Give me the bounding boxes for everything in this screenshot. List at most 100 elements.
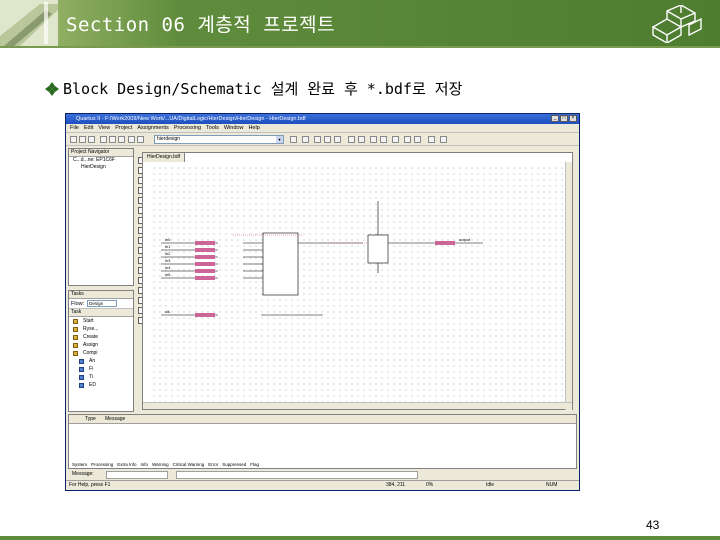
timing-icon[interactable]	[380, 136, 387, 143]
type-column-header: Type	[85, 416, 96, 422]
status-state: Idle	[486, 482, 495, 488]
save-icon[interactable]	[88, 136, 95, 143]
tab-extra-info[interactable]: Extra Info	[117, 461, 136, 469]
open-file-icon[interactable]	[79, 136, 86, 143]
folder-icon	[73, 335, 78, 340]
schematic-input-label: in3	[165, 258, 171, 263]
chevron-down-icon[interactable]: ▼	[276, 136, 283, 143]
minimize-button[interactable]: _	[551, 115, 559, 122]
task-item[interactable]: Start	[69, 317, 133, 325]
menu-bar: File Edit View Project Assignments Proce…	[66, 124, 579, 132]
menu-help[interactable]: Help	[248, 125, 259, 131]
settings-icon[interactable]	[290, 136, 297, 143]
tab-processing[interactable]: Processing	[91, 461, 113, 469]
tab-error[interactable]: Error	[208, 461, 218, 469]
report-icon[interactable]	[392, 136, 399, 143]
redo-icon[interactable]	[137, 136, 144, 143]
footer-bar	[0, 536, 720, 540]
message-filter-row: Message:	[68, 470, 577, 479]
flow-select[interactable]: Design	[87, 300, 118, 307]
copy-icon[interactable]	[109, 136, 116, 143]
schematic-output-label: output	[459, 237, 471, 242]
tree-item-device[interactable]: C...d...ne: EP1C6F	[69, 157, 133, 164]
tree-item-hierdesign[interactable]: HierDesign	[69, 164, 133, 171]
message-field[interactable]	[106, 471, 168, 479]
menu-window[interactable]: Window	[224, 125, 244, 131]
play-icon	[79, 367, 84, 372]
status-bar: For Help, press F1 384, 211 0% Idle NUM	[66, 480, 579, 490]
location-field[interactable]	[176, 471, 418, 479]
task-item[interactable]: Compi	[69, 349, 133, 357]
menu-processing[interactable]: Processing	[174, 125, 201, 131]
play-icon	[79, 383, 84, 388]
task-list-header: Task	[69, 309, 133, 317]
slide-header: Section 06 계층적 프로젝트	[0, 0, 720, 46]
tasks-panel: Tasks Flow: Design Task Start Ryse... Cr…	[68, 290, 134, 412]
flow-label: Flow:	[71, 300, 85, 307]
compile-icon[interactable]	[358, 136, 365, 143]
analysis-icon[interactable]	[334, 136, 341, 143]
task-item[interactable]: ED	[69, 381, 133, 389]
pin-planner-icon[interactable]	[314, 136, 321, 143]
building-blocks-logo	[651, 5, 702, 43]
schematic-input-label: in4	[165, 265, 171, 270]
schematic-input-label: in1	[165, 244, 171, 249]
tab-critical-warning[interactable]: Critical Warning	[173, 461, 205, 469]
bullet-text: Block Design/Schematic 설계 완료 후 *.bdf로 저장	[63, 80, 463, 98]
page-number: 43	[646, 518, 660, 532]
tab-system[interactable]: System	[72, 461, 87, 469]
status-coordinates: 384, 211	[386, 482, 406, 488]
close-button[interactable]: ×	[569, 115, 577, 122]
schematic-document[interactable]: HierDesign.bdf in0 in1 in2 in3 in4 in5 c…	[142, 152, 573, 410]
message-label: Message:	[72, 471, 94, 477]
menu-project[interactable]: Project	[115, 125, 132, 131]
tab-flag[interactable]: Flag	[250, 461, 259, 469]
task-item[interactable]: Assign	[69, 341, 133, 349]
menu-assignments[interactable]: Assignments	[137, 125, 169, 131]
window-title: Quartus II - F:/Work2009/New Work/...UA/…	[76, 116, 306, 122]
maximize-button[interactable]: □	[560, 115, 568, 122]
horizontal-scrollbar[interactable]	[143, 402, 572, 409]
window-titlebar: Quartus II - F:/Work2009/New Work/...UA/…	[66, 114, 579, 124]
header-divider	[0, 46, 720, 48]
undo-icon[interactable]	[128, 136, 135, 143]
paste-icon[interactable]	[118, 136, 125, 143]
menu-file[interactable]: File	[70, 125, 79, 131]
message-column-header: Message	[105, 416, 126, 422]
task-item[interactable]: Create	[69, 333, 133, 341]
schematic-clk-label: clk	[165, 309, 170, 314]
menu-edit[interactable]: Edit	[84, 125, 93, 131]
stop-icon[interactable]	[348, 136, 355, 143]
cut-icon[interactable]	[100, 136, 107, 143]
project-navigator: Project Navigator C...d...ne: EP1C6F Hie…	[68, 148, 134, 286]
chip-planner-icon[interactable]	[428, 136, 435, 143]
rtl-viewer-icon[interactable]	[404, 136, 411, 143]
tab-suppressed[interactable]: Suppressed	[222, 461, 246, 469]
programmer-icon[interactable]	[414, 136, 421, 143]
assignment-editor-icon[interactable]	[324, 136, 331, 143]
new-file-icon[interactable]	[70, 136, 77, 143]
schematic-input-label: in2	[165, 251, 171, 256]
menu-view[interactable]: View	[98, 125, 110, 131]
play-icon	[79, 359, 84, 364]
task-item[interactable]: Fi	[69, 365, 133, 373]
chip-icon[interactable]	[302, 136, 309, 143]
menu-tools[interactable]: Tools	[206, 125, 219, 131]
schematic-input-label: in0	[165, 237, 171, 242]
folder-icon	[73, 351, 78, 356]
analysis-synthesis-icon[interactable]	[370, 136, 377, 143]
folder-icon	[73, 343, 78, 348]
project-combo-value: hierdesign	[157, 136, 181, 142]
vertical-scrollbar[interactable]	[565, 162, 572, 410]
play-icon	[79, 375, 84, 380]
folder-icon	[73, 319, 78, 324]
tab-warning[interactable]: Warning	[152, 461, 169, 469]
help-icon[interactable]	[440, 136, 447, 143]
task-item[interactable]: Ti	[69, 373, 133, 381]
task-item[interactable]: Ryse...	[69, 325, 133, 333]
schematic-drawing	[161, 201, 483, 317]
diamond-bullet-icon	[45, 81, 59, 96]
tab-info[interactable]: Info	[141, 461, 149, 469]
project-combo[interactable]: hierdesign ▼	[154, 135, 284, 144]
task-item[interactable]: An	[69, 357, 133, 365]
